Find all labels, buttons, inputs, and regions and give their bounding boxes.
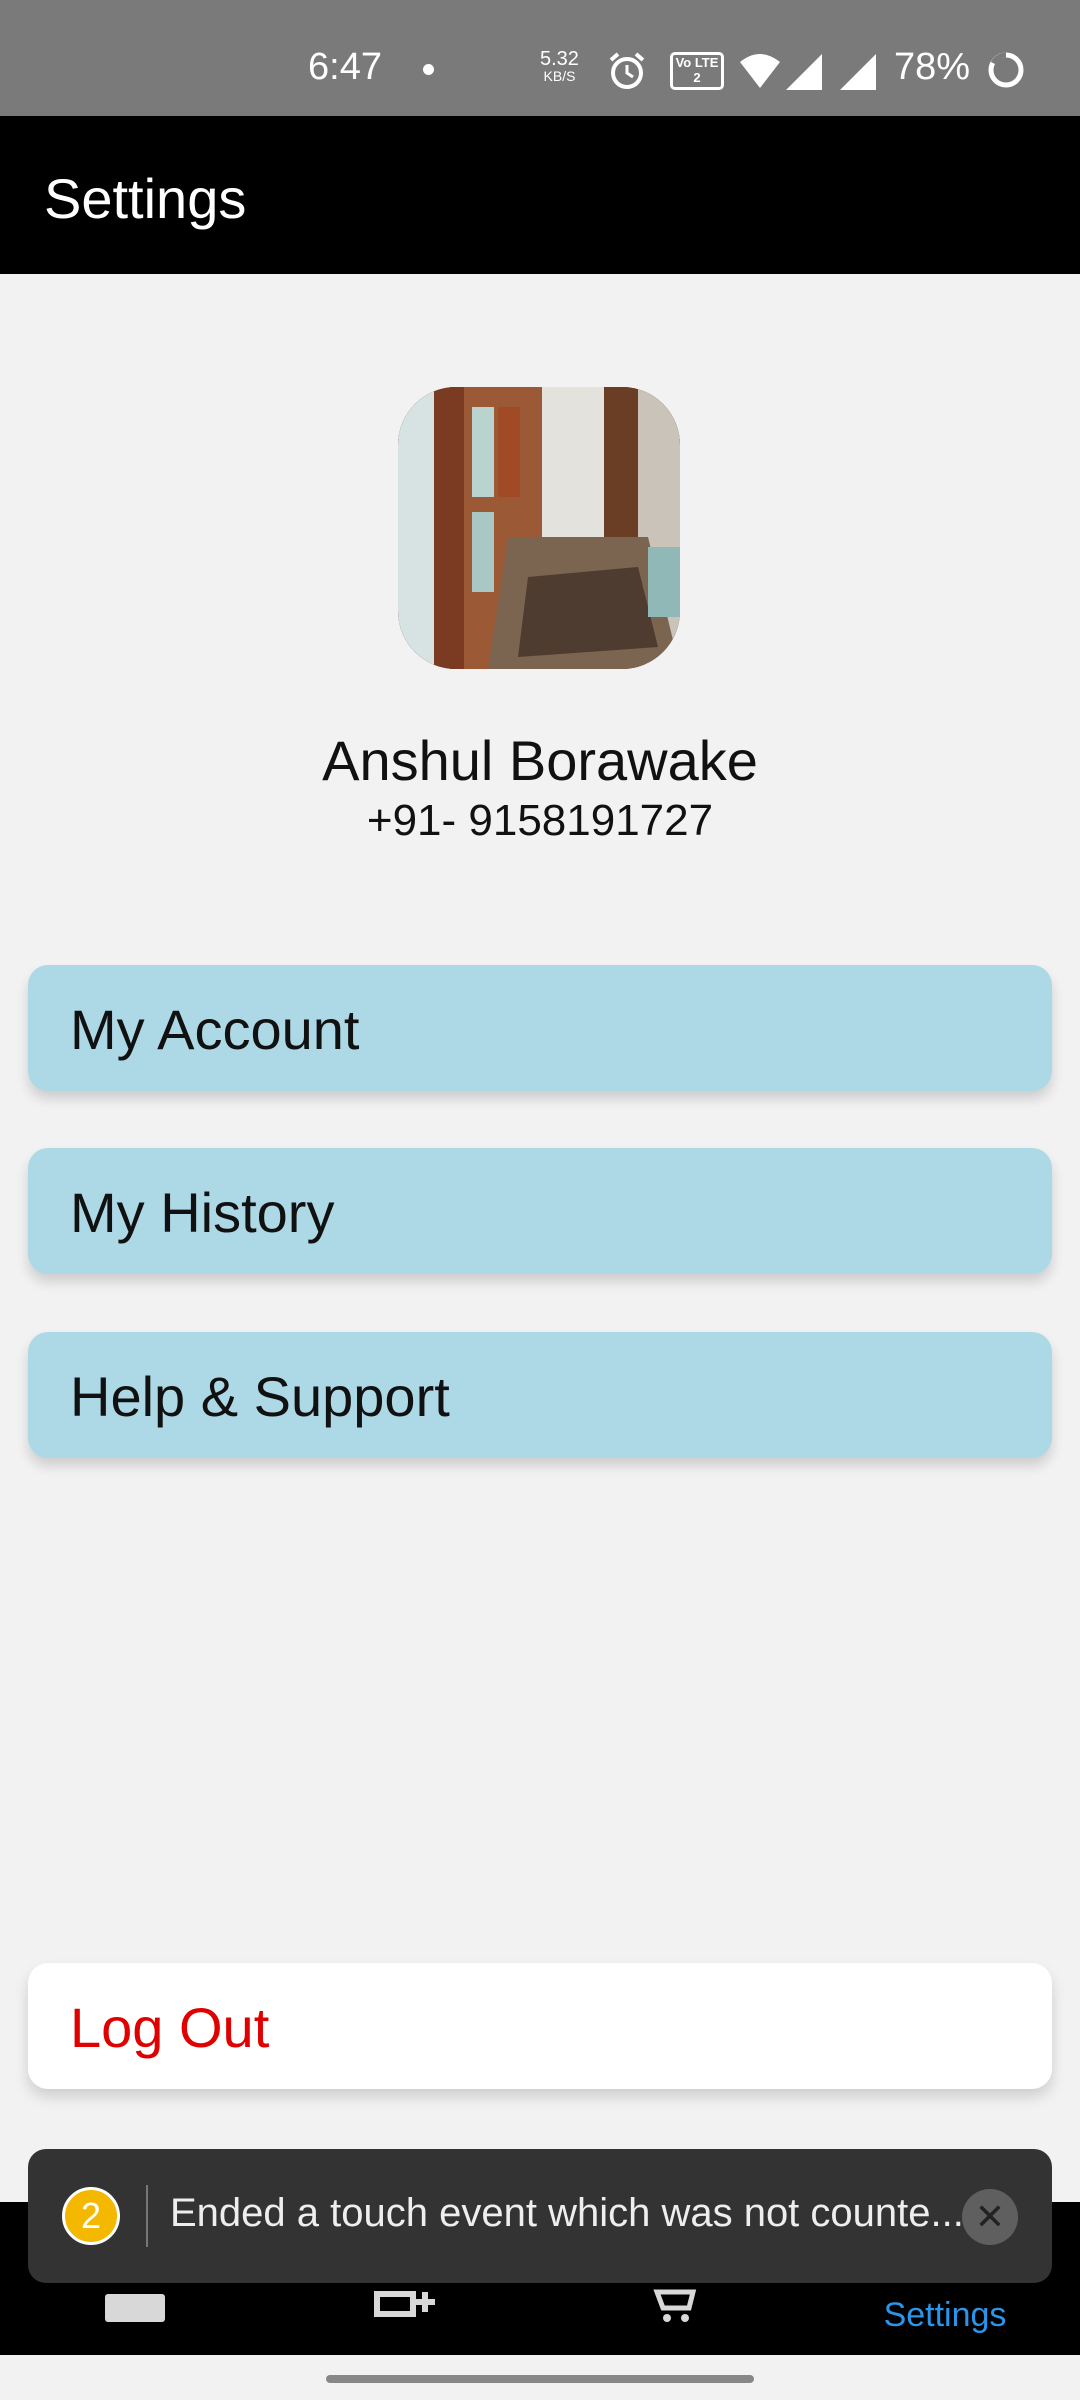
- profile-name: Anshul Borawake: [322, 729, 758, 792]
- menu-item-label: Help & Support: [70, 1365, 450, 1428]
- menu-item-label: My Account: [70, 998, 360, 1061]
- help-support-button[interactable]: Help & Support: [28, 1332, 1052, 1458]
- battery-percentage: 78%: [894, 46, 971, 88]
- toast-divider: [146, 2185, 148, 2247]
- page-title: Settings: [44, 167, 247, 230]
- home-gesture-bar[interactable]: [326, 2375, 754, 2383]
- menu-item-label: My History: [70, 1181, 335, 1244]
- toast-message: Ended a touch event which was not counte…: [170, 2191, 964, 2235]
- notification-dot-icon: [423, 64, 434, 75]
- profile-photo-image: [398, 387, 680, 669]
- signal-icon: [840, 54, 876, 90]
- profile-phone: +91- 9158191727: [366, 796, 714, 845]
- network-speed: 5.32 KB/S: [540, 48, 579, 84]
- my-history-button[interactable]: My History: [28, 1148, 1052, 1274]
- app-bar: Settings: [0, 116, 1080, 274]
- close-icon[interactable]: ✕: [962, 2189, 1018, 2245]
- warning-count-badge: 2: [62, 2187, 120, 2245]
- add-grid-icon: [374, 2291, 435, 2317]
- alarm-icon: [609, 52, 645, 89]
- volte-icon: Vo LTE 2: [670, 52, 724, 90]
- cart-icon: [653, 2289, 697, 2322]
- status-bar: 6:47 5.32 KB/S Vo LTE 2 78%: [0, 0, 1080, 116]
- toast-notification[interactable]: 2 Ended a touch event which was not coun…: [28, 2149, 1052, 2283]
- avatar[interactable]: [398, 387, 680, 669]
- home-icon: [105, 2294, 165, 2322]
- logout-label: Log Out: [70, 1996, 270, 2059]
- my-account-button[interactable]: My Account: [28, 965, 1052, 1091]
- wifi-icon: [740, 54, 780, 88]
- battery-saver-icon: [988, 52, 1024, 88]
- nav-label-settings: Settings: [883, 2296, 1007, 2334]
- logout-button[interactable]: Log Out: [28, 1963, 1052, 2089]
- signal-icon: [786, 54, 822, 90]
- status-time: 6:47: [308, 46, 382, 88]
